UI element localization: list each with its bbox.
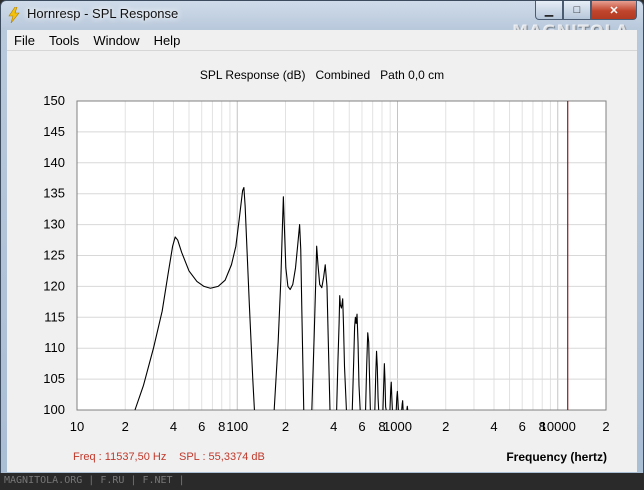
frequency-readout: Freq : 11537,50 Hz — [73, 451, 167, 463]
title-bar[interactable]: Hornresp - SPL Response ▁ □ ✕ — [1, 1, 643, 29]
caption-buttons: ▁ □ ✕ — [535, 1, 637, 21]
x-tick-label-10: 1000 — [383, 419, 412, 434]
y-tick-label-4: 130 — [43, 217, 65, 232]
status-bar: MAGNITOLA.ORG | F.RU | F.NET | — [0, 473, 644, 490]
minimize-icon: ▁ — [544, 4, 554, 17]
x-tick-label-13: 6 — [519, 419, 526, 434]
minimize-button[interactable]: ▁ — [535, 1, 563, 20]
x-tick-label-0: 10 — [70, 419, 84, 434]
x-tick-label-4: 8 — [218, 419, 225, 434]
y-tick-label-9: 105 — [43, 371, 65, 386]
maximize-icon: □ — [573, 4, 581, 16]
y-tick-label-0: 150 — [43, 93, 65, 108]
close-button[interactable]: ✕ — [591, 1, 637, 20]
maximize-button[interactable]: □ — [563, 1, 591, 20]
x-tick-label-12: 4 — [490, 419, 497, 434]
x-tick-label-3: 6 — [198, 419, 205, 434]
x-tick-label-8: 6 — [358, 419, 365, 434]
close-icon: ✕ — [609, 4, 619, 17]
menu-tools[interactable]: Tools — [42, 33, 86, 48]
x-axis-label: Frequency (hertz) — [506, 450, 607, 464]
menu-window[interactable]: Window — [86, 33, 146, 48]
y-tick-label-6: 120 — [43, 278, 65, 293]
y-tick-label-5: 125 — [43, 248, 65, 263]
y-tick-label-1: 145 — [43, 124, 65, 139]
y-tick-label-8: 110 — [44, 340, 65, 355]
window-title: Hornresp - SPL Response — [27, 6, 179, 21]
spl-chart[interactable]: 15014514013513012512011511010510010 2 4 6 8 1… — [7, 51, 637, 472]
y-tick-label-2: 140 — [43, 155, 65, 170]
x-tick-label-2: 4 — [170, 419, 177, 434]
status-text: MAGNITOLA.ORG | F.RU | F.NET | — [4, 475, 185, 486]
x-tick-label-15: 10000 — [540, 419, 576, 434]
x-tick-label-11: 2 — [442, 419, 449, 434]
chart-panel: SPL Response (dB) Combined Path 0,0 cm 1… — [7, 51, 637, 472]
y-tick-label-3: 135 — [43, 186, 65, 201]
x-tick-label-7: 4 — [330, 419, 337, 434]
y-tick-label-10: 100 — [43, 402, 65, 417]
menu-file[interactable]: File — [7, 33, 42, 48]
x-tick-label-1: 2 — [122, 419, 129, 434]
menu-help[interactable]: Help — [147, 33, 188, 48]
spl-readout: SPL : 55,3374 dB — [179, 451, 265, 463]
x-tick-label-6: 2 — [282, 419, 289, 434]
y-tick-label-7: 115 — [44, 309, 65, 324]
lightning-app-icon — [8, 7, 20, 23]
x-tick-label-16: 2 — [602, 419, 609, 434]
x-tick-label-5: 100 — [226, 419, 248, 434]
app-window: Hornresp - SPL Response ▁ □ ✕ MAGNITOLA … — [0, 0, 644, 490]
menu-bar: File Tools Window Help — [7, 30, 637, 51]
